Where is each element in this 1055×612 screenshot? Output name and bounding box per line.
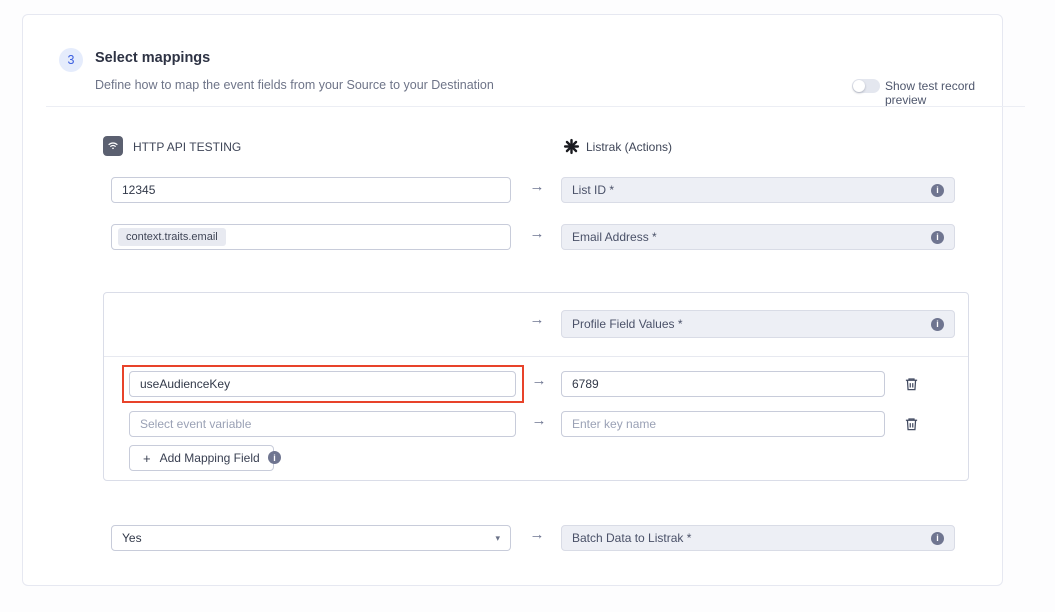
batch-data-dest-label: Batch Data to Listrak * [572,531,691,545]
arrow-icon: → [527,225,547,242]
email-dest-field: Email Address * i [561,224,955,250]
arrow-icon: → [529,372,549,389]
show-test-record-toggle[interactable] [852,79,880,93]
info-icon[interactable]: i [931,318,944,331]
info-icon[interactable]: i [931,532,944,545]
profile-field-values-dest-field: Profile Field Values * i [561,310,955,338]
email-dest-label: Email Address * [572,230,657,244]
add-mapping-field-button[interactable]: + Add Mapping Field [129,445,274,471]
group-divider [104,356,968,357]
info-icon[interactable]: i [268,451,281,464]
step-number: 3 [68,53,75,67]
toggle-label: Show test record preview [885,79,1002,107]
profile-key-input-empty[interactable] [129,411,516,437]
header-divider [46,106,1025,107]
listrak-asterisk-icon [562,137,580,155]
arrow-icon: → [527,526,547,543]
arrow-icon: → [527,178,547,195]
batch-data-selected-value: Yes [122,531,142,545]
chevron-down-icon: ▾ [495,533,500,544]
page-title: Select mappings [95,50,210,66]
destination-label: Listrak (Actions) [586,140,672,154]
trash-icon [904,376,919,392]
toggle-knob-icon [853,80,865,92]
list-id-source-input[interactable] [111,177,511,203]
info-icon[interactable]: i [931,184,944,197]
source-wifi-icon [103,136,123,156]
batch-data-select[interactable]: Yes ▾ [111,525,511,551]
step-badge: 3 [59,48,83,72]
delete-row-button[interactable] [902,375,920,393]
mappings-card: 3 Select mappings Define how to map the … [22,14,1003,586]
email-source-input[interactable]: context.traits.email [111,224,511,250]
profile-value-input[interactable] [561,371,885,397]
arrow-icon: → [529,412,549,429]
page-subtitle: Define how to map the event fields from … [95,78,494,92]
batch-data-dest-field: Batch Data to Listrak * i [561,525,955,551]
list-id-dest-label: List ID * [572,183,614,197]
profile-value-input-empty[interactable] [561,411,885,437]
trash-icon [904,416,919,432]
page: 3 Select mappings Define how to map the … [0,0,1055,612]
list-id-dest-field: List ID * i [561,177,955,203]
profile-key-input[interactable] [129,371,516,397]
email-variable-chip[interactable]: context.traits.email [118,228,226,246]
info-icon[interactable]: i [931,231,944,244]
arrow-icon: → [527,311,547,328]
source-label: HTTP API TESTING [133,140,241,154]
delete-row-button[interactable] [902,415,920,433]
plus-icon: + [143,451,151,466]
profile-field-values-label: Profile Field Values * [572,317,683,331]
add-mapping-field-label: Add Mapping Field [160,451,260,465]
